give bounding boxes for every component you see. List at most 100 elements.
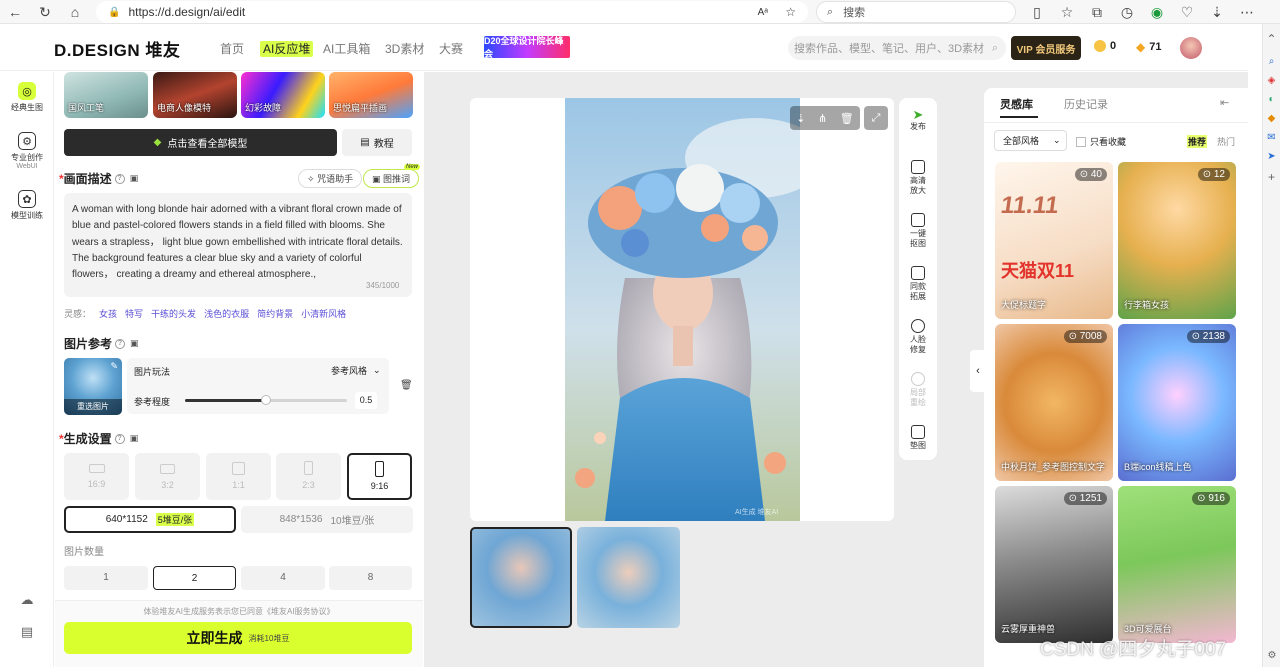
collapse-icon[interactable]: ⌃: [1263, 32, 1280, 46]
count-option-2[interactable]: 2: [153, 566, 236, 590]
tool-cutout[interactable]: 一键抠图: [899, 213, 937, 249]
split-screen-icon[interactable]: ▯: [1026, 1, 1048, 23]
address-bar[interactable]: 🔒 https://d.design/ai/edit Aᵃ ☆: [96, 1, 808, 23]
gallery-card[interactable]: ⊙ 12 行李箱女孩: [1118, 162, 1236, 319]
help-icon[interactable]: ?: [114, 173, 125, 184]
add-icon[interactable]: +: [1263, 170, 1280, 184]
thumbnail-result-2[interactable]: [577, 527, 680, 628]
degree-slider-handle[interactable]: [261, 395, 271, 405]
inspiration-tag[interactable]: 小清新风格: [301, 307, 346, 320]
spell-helper-button[interactable]: ✧ 咒语助手: [298, 169, 363, 188]
office-icon[interactable]: ◆: [1263, 113, 1280, 124]
browser-essentials-icon[interactable]: ♡: [1176, 1, 1198, 23]
back-icon[interactable]: ←: [4, 1, 26, 23]
history-icon[interactable]: ◷: [1116, 1, 1138, 23]
help-icon[interactable]: ?: [114, 433, 125, 444]
share-icon[interactable]: ⋔: [818, 112, 827, 125]
generate-button[interactable]: 立即生成 消耗10堆豆: [64, 622, 412, 654]
site-search-input[interactable]: 搜索作品、模型、笔记、用户、3D素材 ⌕: [788, 36, 1006, 60]
more-menu-icon[interactable]: ⋯: [1236, 1, 1258, 23]
inspiration-tag[interactable]: 干练的头发: [151, 307, 196, 320]
size-option-848[interactable]: 848*1536 10堆豆/张: [241, 506, 413, 533]
nav-ai-reactor[interactable]: AI反应堆: [260, 40, 314, 57]
count-option-4[interactable]: 4: [241, 566, 325, 590]
gallery-card[interactable]: ⊙ 2138 B端icon线稿上色: [1118, 324, 1236, 481]
edit-icon[interactable]: ✎: [110, 361, 118, 372]
image-to-prompt-button[interactable]: ▣ 图推词: [363, 169, 420, 188]
site-logo[interactable]: D.DESIGN 堆友: [54, 36, 180, 61]
tool-publish[interactable]: ➤ 发布: [899, 108, 937, 132]
sort-recommend[interactable]: 推荐: [1187, 135, 1208, 148]
search-icon[interactable]: ⌕: [992, 42, 998, 55]
lib-icon[interactable]: ▣: [130, 173, 139, 184]
degree-value[interactable]: 0.5: [355, 392, 377, 409]
settings-icon[interactable]: ⚙: [1263, 650, 1280, 661]
agreement-text[interactable]: 体验堆友AI生成服务表示您已同意《堆友AI服务协议》: [55, 606, 423, 617]
gallery-card[interactable]: ⊙ 7008 中秋月饼_参考图控制文字: [995, 324, 1113, 481]
telegram-icon[interactable]: ➤: [1263, 151, 1280, 162]
model-thumb-guofeng[interactable]: 国风工笔: [64, 72, 148, 118]
gallery-card[interactable]: ⊙ 1251 云雾厚重神兽: [995, 486, 1113, 643]
tool-base-image[interactable]: 垫图: [899, 425, 937, 451]
book-icon[interactable]: ▤: [0, 624, 54, 640]
tools-icon[interactable]: ◈: [1263, 75, 1280, 86]
outlook-icon[interactable]: ✉: [1263, 132, 1280, 143]
model-thumb-flat[interactable]: 思悦扁平插画: [329, 72, 413, 118]
tool-extend[interactable]: 同款拓展: [899, 266, 937, 302]
rail-pro-create[interactable]: ⚙ 专业创作 WebUI: [0, 132, 54, 170]
read-aloud-icon[interactable]: Aᵃ: [758, 7, 768, 18]
reference-image[interactable]: ✎ 重选图片: [64, 358, 122, 415]
favorites-icon[interactable]: ☆: [1056, 1, 1078, 23]
collections-icon[interactable]: ⧉: [1086, 1, 1108, 23]
search-icon[interactable]: ⌕: [1263, 56, 1280, 67]
view-all-models-button[interactable]: ◆ 点击查看全部模型: [64, 129, 337, 156]
tutorial-button[interactable]: ▤ 教程: [342, 129, 412, 156]
fav-only-checkbox[interactable]: 只看收藏: [1076, 135, 1126, 148]
ratio-16-9[interactable]: 16:9: [64, 453, 129, 500]
tab-inspiration[interactable]: 灵感库: [1000, 96, 1033, 112]
rail-model-training[interactable]: ✿ 模型训练: [0, 190, 54, 221]
home-icon[interactable]: ⌂: [64, 1, 86, 23]
delete-icon[interactable]: 🗑: [400, 380, 413, 391]
inspiration-tag[interactable]: 浅色的衣服: [204, 307, 249, 320]
generated-image[interactable]: AI生成 堆友AI: [565, 98, 800, 521]
gallery-card[interactable]: 11.11 天猫双11 ⊙ 40 大促标题字: [995, 162, 1113, 319]
vip-button[interactable]: VIP 会员服务: [1011, 36, 1081, 60]
fullscreen-icon[interactable]: ⤢: [864, 106, 888, 130]
extension-icon[interactable]: ◉: [1146, 1, 1168, 23]
ratio-3-2[interactable]: 3:2: [135, 453, 200, 500]
tool-face-fix[interactable]: 人脸修复: [899, 319, 937, 355]
nav-ai-toolbox[interactable]: AI工具箱: [323, 40, 370, 57]
inspiration-tag[interactable]: 特写: [125, 307, 143, 320]
prompt-textarea[interactable]: A woman with long blonde hair adorned wi…: [64, 193, 412, 297]
coin-balance[interactable]: 0: [1094, 40, 1116, 52]
rail-classic-gen[interactable]: ◎ 经典生图: [0, 82, 54, 113]
browser-search[interactable]: ⌕ 搜索: [816, 1, 1016, 23]
games-icon[interactable]: ◐: [1263, 94, 1280, 105]
reload-icon[interactable]: ↻: [34, 1, 56, 23]
lib-icon[interactable]: ▣: [130, 433, 139, 444]
nav-3d-assets[interactable]: 3D素材: [385, 40, 424, 57]
ratio-2-3[interactable]: 2:3: [276, 453, 341, 500]
chat-icon[interactable]: ☁: [0, 592, 54, 608]
count-option-1[interactable]: 1: [64, 566, 148, 590]
delete-icon[interactable]: 🗑: [840, 112, 854, 125]
collapse-list-icon[interactable]: ⇤: [1220, 96, 1229, 109]
ratio-9-16[interactable]: 9:16: [347, 453, 412, 500]
play-mode-select[interactable]: 参考风格 ⌄: [331, 364, 381, 377]
gallery-card[interactable]: ⊙ 916 3D可爱展台: [1118, 486, 1236, 643]
tool-hd-upscale[interactable]: 高清放大: [899, 160, 937, 196]
tab-history[interactable]: 历史记录: [1064, 96, 1108, 112]
lib-icon[interactable]: ▣: [130, 338, 139, 349]
help-icon[interactable]: ?: [115, 338, 126, 349]
thumbnail-result-1[interactable]: [470, 527, 572, 628]
sort-hot[interactable]: 热门: [1217, 135, 1235, 148]
points-balance[interactable]: ◆ 71: [1136, 40, 1161, 54]
downloads-icon[interactable]: ⇣: [1206, 1, 1228, 23]
inspiration-tag[interactable]: 简约背景: [257, 307, 293, 320]
inspiration-tag[interactable]: 女孩: [99, 307, 117, 320]
summit-banner[interactable]: D20全球设计院长峰会: [484, 36, 570, 59]
avatar[interactable]: [1180, 37, 1202, 59]
degree-slider[interactable]: [185, 395, 347, 405]
download-icon[interactable]: ⇣: [796, 112, 805, 125]
